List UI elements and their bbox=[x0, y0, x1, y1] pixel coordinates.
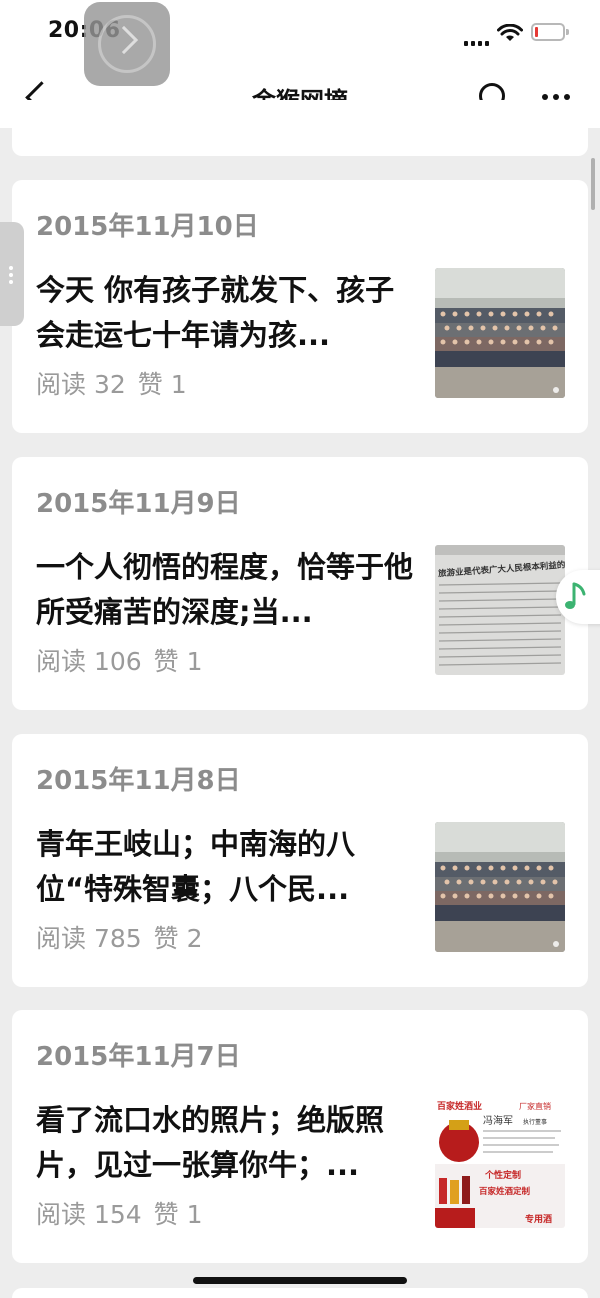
like-count: 赞 1 bbox=[137, 370, 187, 399]
article-date: 2015年11月8日 bbox=[36, 766, 241, 796]
ad-brand: 百家姓酒业 bbox=[437, 1100, 482, 1112]
side-drawer-handle[interactable] bbox=[0, 222, 24, 326]
article-stats: 阅读 106 赞 1 bbox=[36, 642, 203, 678]
article-date: 2015年11月7日 bbox=[36, 1042, 241, 1072]
article-title: 今天 你有孩子就发下、孩子会走运七十年请为孩... bbox=[36, 273, 395, 352]
article-stats: 阅读 32 赞 1 bbox=[36, 365, 187, 401]
article-card[interactable]: 2015年11月7日 看了流口水的照片；绝版照片，见过一张算你牛；... 阅读 … bbox=[12, 1010, 588, 1263]
article-date: 2015年11月9日 bbox=[36, 489, 241, 519]
wifi-icon bbox=[497, 23, 523, 42]
floating-window-button[interactable] bbox=[84, 2, 170, 86]
previous-article-card[interactable] bbox=[12, 100, 588, 156]
ad-line3: 专用酒 bbox=[525, 1213, 552, 1225]
ad-line2: 百家姓酒定制 bbox=[479, 1186, 531, 1197]
ad-name: 冯海军 bbox=[483, 1114, 513, 1127]
battery-icon bbox=[531, 23, 569, 41]
like-count: 赞 2 bbox=[153, 924, 203, 953]
home-indicator[interactable] bbox=[193, 1277, 407, 1284]
article-stats: 阅读 785 赞 2 bbox=[36, 919, 203, 955]
scrollbar-thumb[interactable] bbox=[591, 158, 595, 210]
article-thumbnail bbox=[435, 268, 565, 398]
cellular-signal-icon bbox=[464, 32, 490, 46]
music-note-icon[interactable] bbox=[556, 570, 600, 624]
read-count: 阅读 106 bbox=[36, 647, 142, 676]
next-article-card[interactable] bbox=[12, 1288, 588, 1298]
article-date: 2015年11月10日 bbox=[36, 212, 259, 242]
read-count: 阅读 154 bbox=[36, 1200, 142, 1229]
article-card[interactable]: 2015年11月8日 青年王岐山；中南海的八位“特殊智囊；八个民... 阅读 7… bbox=[12, 734, 588, 987]
article-thumbnail bbox=[435, 822, 565, 952]
ad-line1: 个性定制 bbox=[484, 1169, 521, 1181]
read-count: 阅读 785 bbox=[36, 924, 142, 953]
article-thumbnail: 百家姓酒业 厂家直销 冯海军 执行董事 个性定制 百家姓酒定制 专用酒 bbox=[435, 1098, 565, 1228]
article-title: 青年王岐山；中南海的八位“特殊智囊；八个民... bbox=[36, 827, 356, 906]
like-count: 赞 1 bbox=[153, 1200, 203, 1229]
article-card[interactable]: 2015年11月10日 今天 你有孩子就发下、孩子会走运七十年请为孩... 阅读… bbox=[12, 180, 588, 433]
ad-tag: 厂家直销 bbox=[519, 1101, 551, 1111]
article-title: 看了流口水的照片；绝版照片，见过一张算你牛；... bbox=[36, 1103, 385, 1182]
article-title: 一个人彻悟的程度，恰等于他所受痛苦的深度;当... bbox=[36, 550, 414, 629]
article-stats: 阅读 154 赞 1 bbox=[36, 1195, 203, 1231]
read-count: 阅读 32 bbox=[36, 370, 126, 399]
article-thumbnail: 旅游业是代表广大人民根本利益的 bbox=[435, 545, 565, 675]
ad-role: 执行董事 bbox=[523, 1118, 547, 1126]
like-count: 赞 1 bbox=[153, 647, 203, 676]
article-card[interactable]: 2015年11月9日 一个人彻悟的程度，恰等于他所受痛苦的深度;当... 阅读 … bbox=[12, 457, 588, 710]
